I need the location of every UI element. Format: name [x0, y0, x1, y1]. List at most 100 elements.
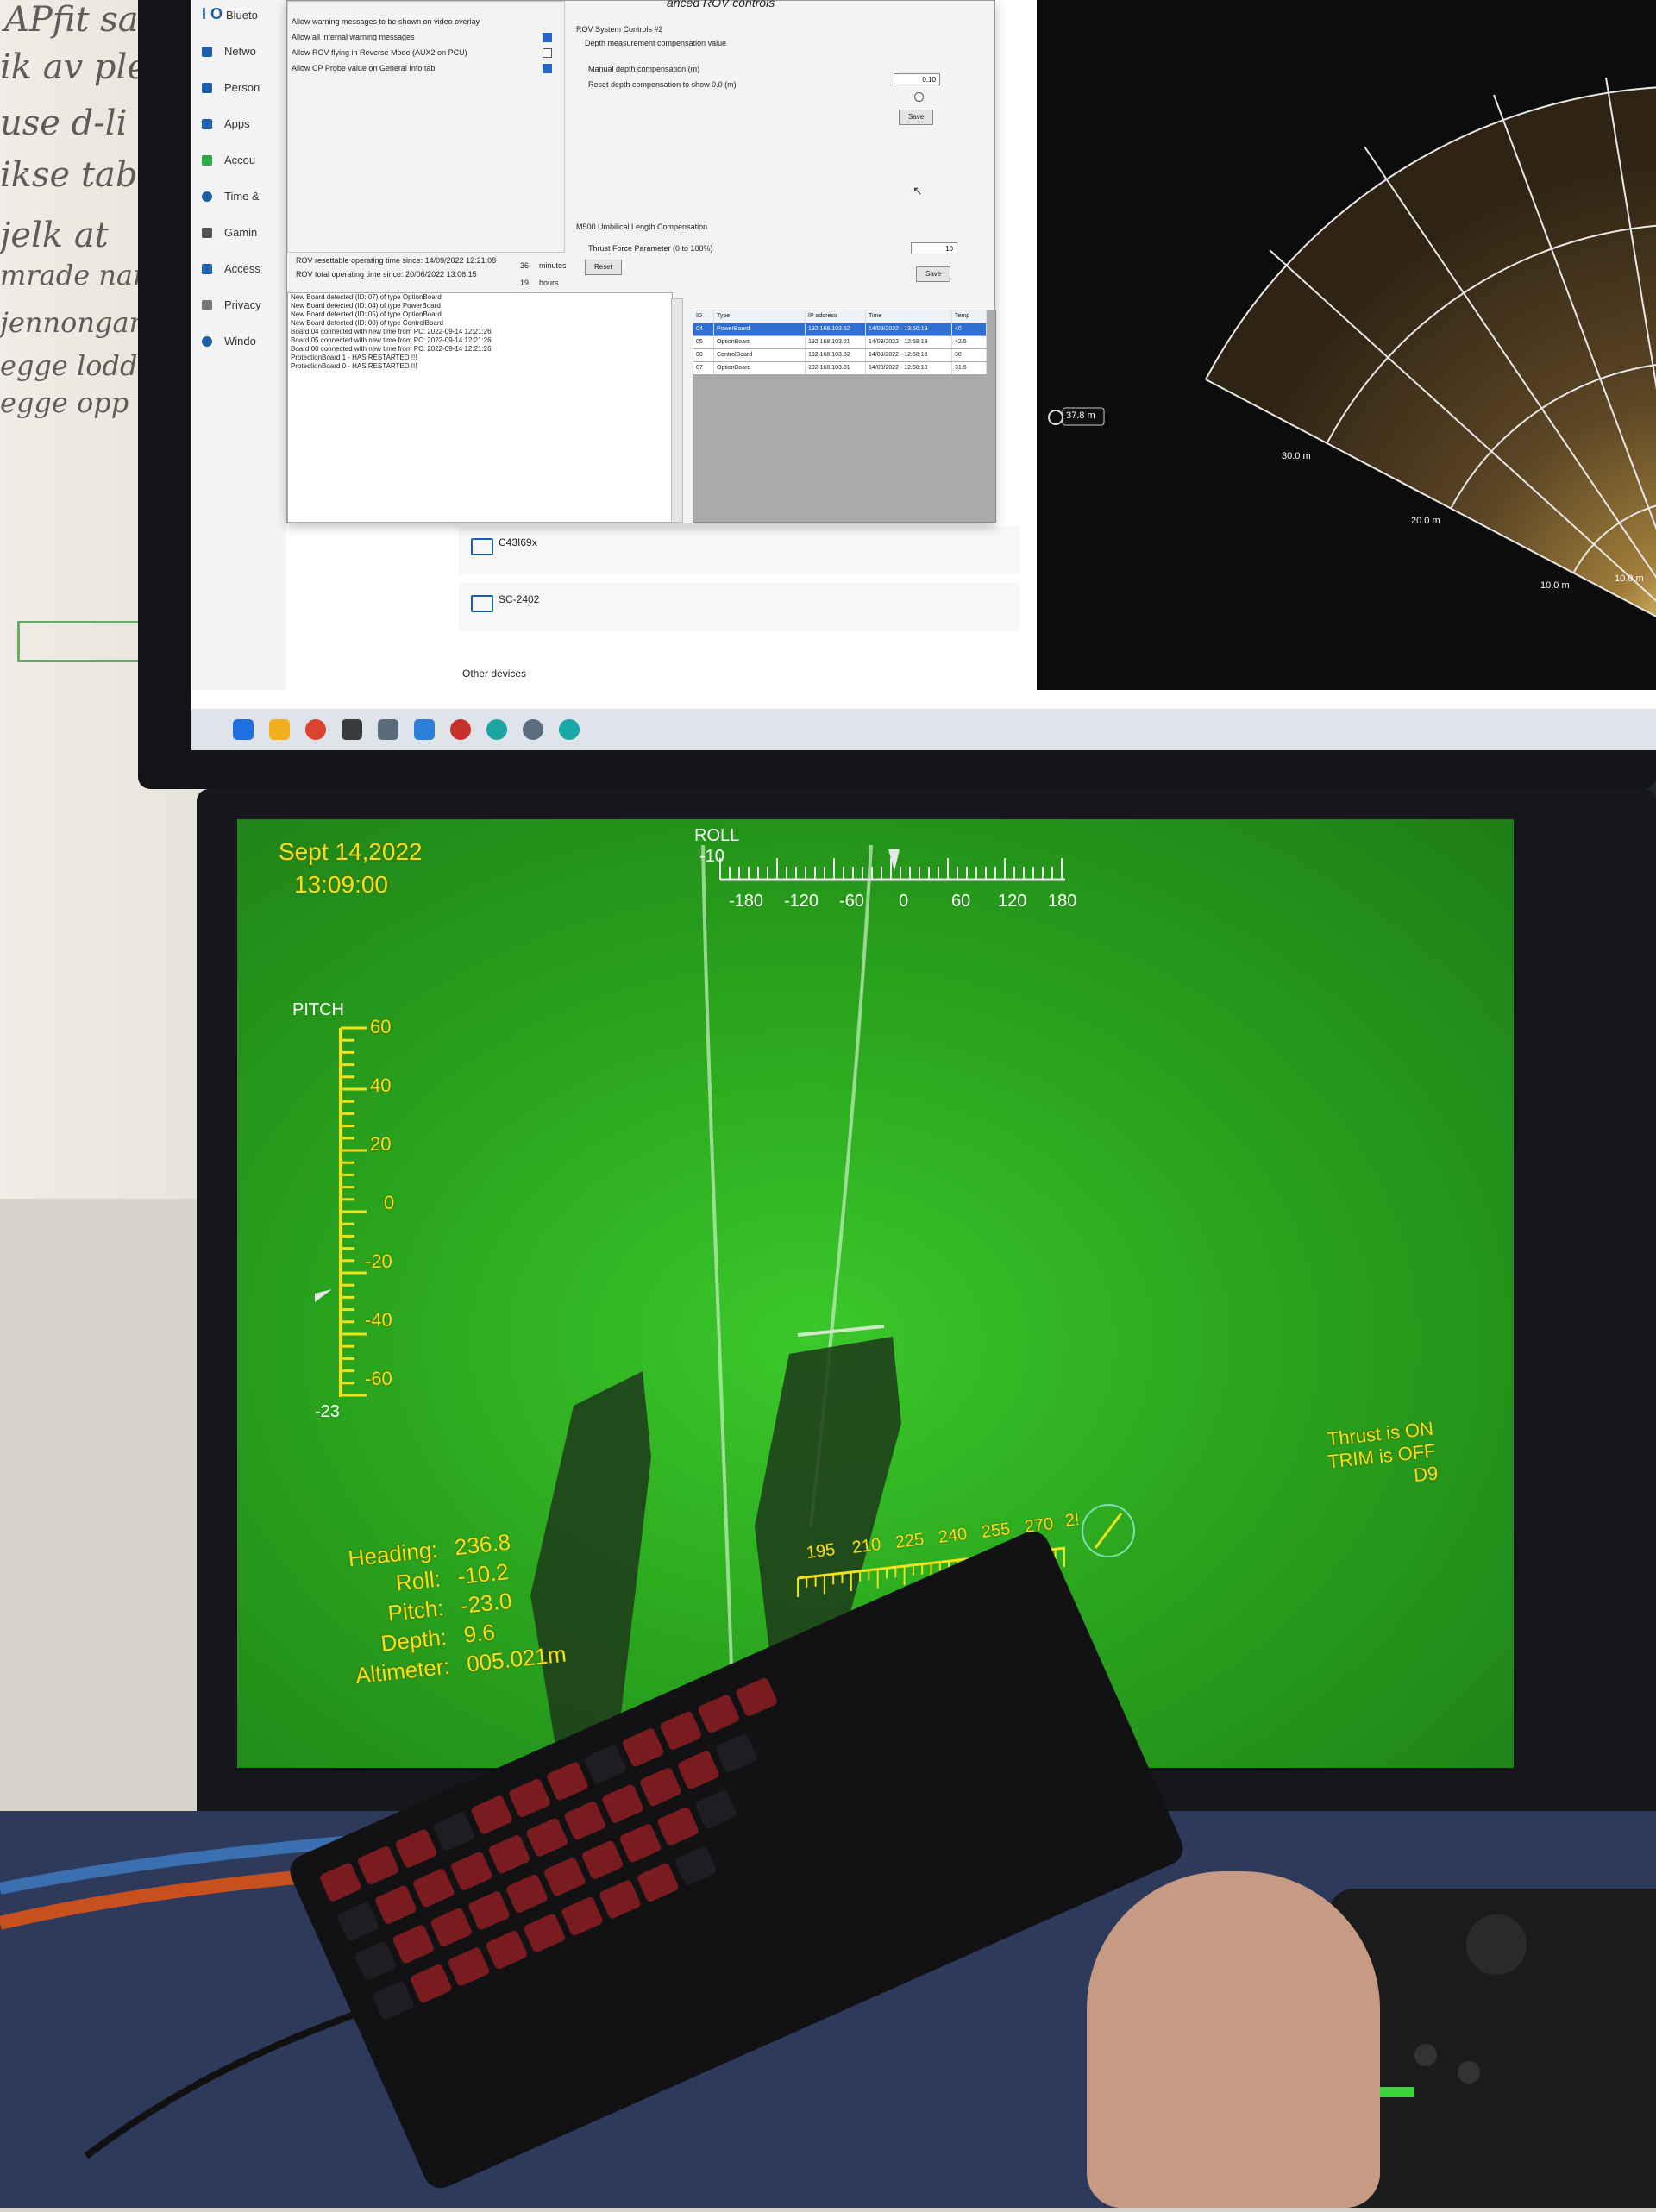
- keyboard-key: [697, 1693, 741, 1735]
- sidebar-item-windows-update[interactable]: Windo: [202, 335, 256, 348]
- option-label: Allow ROV flying in Reverse Mode (AUX2 o…: [292, 48, 467, 57]
- keyboard-key: [318, 1861, 362, 1903]
- pitch-tick-label: 0: [384, 1192, 395, 1213]
- keyboard-key: [409, 1963, 453, 2004]
- hud-date: Sept 14,2022: [279, 838, 423, 865]
- sidebar-item-accessibility[interactable]: Access: [202, 262, 260, 275]
- pitch-tick-label: 40: [370, 1075, 392, 1096]
- save-depth-button[interactable]: Save: [899, 110, 934, 125]
- status-block: Thrust is ON TRIM is OFF D9: [1324, 1418, 1440, 1496]
- keyboard-key: [621, 1726, 665, 1769]
- keyboard-key: [734, 1676, 779, 1718]
- keyboard-key: [373, 1884, 418, 1926]
- column-header[interactable]: Temp: [952, 310, 987, 323]
- control-knob[interactable]: [1414, 2044, 1437, 2066]
- column-header[interactable]: Time: [866, 310, 952, 323]
- manual-depth-input[interactable]: 0.10: [894, 73, 940, 85]
- device-name: SC-2402: [499, 593, 540, 605]
- log-line: ProtectionBoard 0 - HAS RESTARTED !!!: [291, 362, 417, 370]
- whiteboard-line: egge opp: [0, 386, 129, 419]
- log-scrollbar[interactable]: [671, 298, 683, 523]
- sidebar-item-time[interactable]: Time &: [202, 190, 260, 203]
- heading-tick-label: 240: [937, 1525, 969, 1547]
- pitch-tick-label: -60: [365, 1368, 392, 1389]
- system-controls-group: ROV System Controls #2 Depth measurement…: [576, 20, 956, 218]
- advanced-rov-controls-dialog: anced ROV controls Allow warning message…: [286, 0, 996, 523]
- column-header[interactable]: IP address: [806, 310, 866, 323]
- cell-ip: 192.168.103.21: [806, 336, 866, 348]
- keyboard-key: [467, 1889, 511, 1932]
- whiteboard-line: jelk at: [0, 216, 109, 255]
- sonar-range-label: 10.0 m: [1540, 580, 1570, 591]
- app-s-icon[interactable]: [342, 719, 362, 740]
- chrome-icon[interactable]: [305, 719, 326, 740]
- windows-start-icon[interactable]: [233, 719, 254, 740]
- roll-tick-label: -60: [839, 892, 864, 911]
- accessibility-icon: [202, 263, 212, 274]
- option-checkbox[interactable]: [543, 64, 552, 73]
- option-checkbox[interactable]: [543, 48, 552, 58]
- app-sonar-icon[interactable]: [559, 719, 580, 740]
- cursor-icon: ↖: [913, 184, 923, 197]
- thrust-parameter-input[interactable]: 10: [911, 242, 957, 254]
- sonar-range-label: 20.0 m: [1411, 516, 1440, 526]
- cell-temp: 40: [952, 323, 987, 335]
- column-header[interactable]: ID: [693, 310, 714, 323]
- reset-time-button[interactable]: Reset: [585, 260, 622, 275]
- device-row[interactable]: SC-2402: [459, 583, 1019, 631]
- settings-gear-icon[interactable]: [523, 719, 543, 740]
- accounts-icon: [202, 154, 212, 166]
- wifi-icon[interactable]: [414, 719, 435, 740]
- joystick-knob[interactable]: [1466, 1914, 1527, 1975]
- cell-type: OptionBoard: [714, 336, 806, 348]
- column-header[interactable]: Type: [714, 310, 806, 323]
- settings-header-fragment: I O: [202, 5, 223, 22]
- sidebar-item-bluetooth[interactable]: Blueto: [226, 9, 258, 22]
- whiteboard-line: use d-li: [0, 103, 128, 143]
- resettable-time-label: ROV resettable operating time since: 14/…: [296, 256, 497, 265]
- sidebar-item-personalization[interactable]: Person: [202, 81, 260, 94]
- keyboard-key: [545, 1760, 590, 1802]
- option-checkbox[interactable]: [543, 33, 552, 42]
- sidebar-item-gaming[interactable]: Gamin: [202, 226, 257, 239]
- umbilical-group: M500 Umbilical Length Compensation Thrus…: [576, 218, 957, 296]
- app-window-icon[interactable]: [378, 719, 398, 740]
- settings-sidebar: I O Blueto Netwo Person Apps Accou Time …: [191, 0, 286, 690]
- reset-depth-radio[interactable]: [914, 92, 924, 102]
- keyboard-key: [470, 1794, 514, 1836]
- sonar-range-label: 10.0 m: [1615, 573, 1644, 584]
- table-row[interactable]: 00 ControlBoard 192.168.103.32 14/09/202…: [693, 349, 987, 361]
- options-group: Allow warning messages to be shown on vi…: [287, 1, 565, 253]
- sidebar-item-apps[interactable]: Apps: [202, 117, 250, 130]
- cell-id: 05: [693, 336, 714, 348]
- roll-label: ROLL: [694, 826, 740, 845]
- sidebar-item-privacy[interactable]: Privacy: [202, 298, 261, 311]
- keyboard-key: [525, 1816, 569, 1858]
- app-teal-icon[interactable]: [486, 719, 507, 740]
- device-row[interactable]: C43I69x: [459, 526, 1019, 574]
- privacy-icon: [202, 299, 212, 310]
- keyboard-key: [656, 1806, 700, 1847]
- sidebar-item-accounts[interactable]: Accou: [202, 154, 255, 166]
- roll-tick-label: 180: [1048, 892, 1077, 911]
- tether-cable: [701, 844, 735, 1717]
- control-knob[interactable]: [1458, 2061, 1480, 2084]
- table-row[interactable]: 05 OptionBoard 192.168.103.21 14/09/2022…: [693, 336, 987, 348]
- table-row[interactable]: 07 OptionBoard 192.168.103.31 14/09/2022…: [693, 362, 987, 374]
- table-row[interactable]: 04 PowerBoard 192.168.103.52 14/09/2022 …: [693, 323, 987, 335]
- sonar-view[interactable]: 37.8 m 30.0 m 20.0 m 10.0 m 10.0 m: [1037, 0, 1656, 690]
- keyboard-key: [429, 1907, 474, 1948]
- log-line: Board 05 connected with new time from PC…: [291, 336, 492, 344]
- cell-ip: 192.168.103.31: [806, 362, 866, 374]
- save-thrust-button[interactable]: Save: [916, 266, 951, 282]
- board-log[interactable]: New Board detected (ID: 07) of type Opti…: [287, 292, 673, 523]
- sidebar-item-network[interactable]: Netwo: [202, 45, 256, 58]
- option-label: Allow warning messages to be shown on vi…: [292, 17, 480, 26]
- manual-depth-label: Manual depth compensation (m): [588, 65, 700, 73]
- app-red-icon[interactable]: [450, 719, 471, 740]
- option-label: Allow CP Probe value on General Info tab: [292, 64, 436, 72]
- keyboard-key: [523, 1912, 567, 1954]
- file-explorer-icon[interactable]: [269, 719, 290, 740]
- whiteboard-line: jennongar: [0, 306, 142, 339]
- keyboard-key: [563, 1800, 607, 1841]
